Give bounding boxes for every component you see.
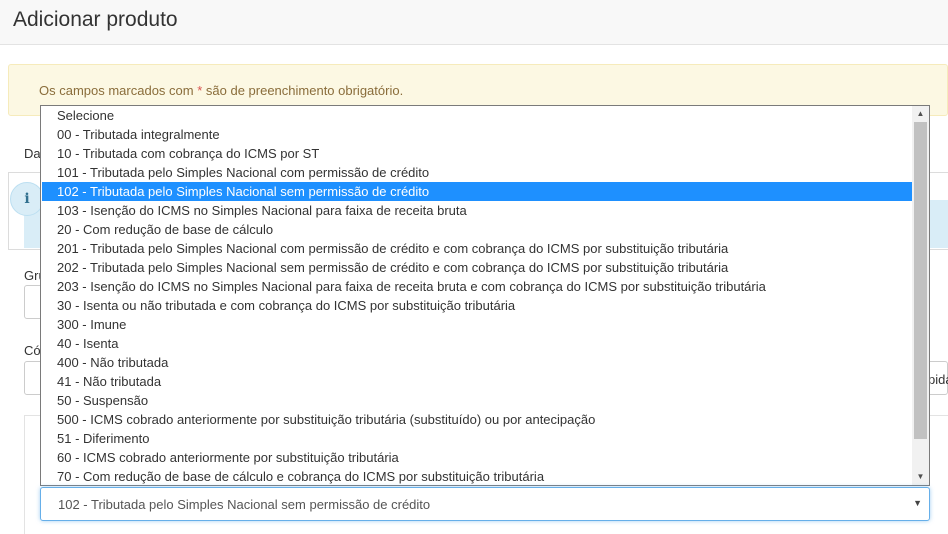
dropdown-option[interactable]: 201 - Tributada pelo Simples Nacional co… xyxy=(42,239,912,258)
dropdown-option[interactable]: 102 - Tributada pelo Simples Nacional se… xyxy=(42,182,912,201)
dropdown-option[interactable]: 400 - Não tributada xyxy=(42,353,912,372)
icms-dropdown-list[interactable]: ▲ ▼ Selecione 00 - Tributada integralment… xyxy=(40,105,930,486)
dropdown-option[interactable]: 50 - Suspensão xyxy=(42,391,912,410)
chevron-down-icon: ▼ xyxy=(913,498,922,508)
dropdown-option[interactable]: 70 - Com redução de base de cálculo e co… xyxy=(42,467,912,485)
dropdown-option[interactable]: 00 - Tributada integralmente xyxy=(42,125,912,144)
icms-select[interactable]: 102 - Tributada pelo Simples Nacional se… xyxy=(40,487,930,521)
dropdown-option[interactable]: 103 - Isenção do ICMS no Simples Naciona… xyxy=(42,201,912,220)
dropdown-option[interactable]: 60 - ICMS cobrado anteriormente por subs… xyxy=(42,448,912,467)
info-icon: i xyxy=(10,182,44,216)
scroll-up-arrow-icon[interactable]: ▲ xyxy=(912,106,929,122)
dropdown-scrollbar[interactable]: ▲ ▼ xyxy=(912,106,929,485)
dropdown-option[interactable]: 20 - Com redução de base de cálculo xyxy=(42,220,912,239)
dropdown-option[interactable]: 500 - ICMS cobrado anteriormente por sub… xyxy=(42,410,912,429)
select-value: 102 - Tributada pelo Simples Nacional se… xyxy=(58,497,431,512)
dropdown-option[interactable]: 41 - Não tributada xyxy=(42,372,912,391)
dropdown-option[interactable]: 300 - Imune xyxy=(42,315,912,334)
dropdown-option[interactable]: Selecione xyxy=(42,106,912,125)
field-text: pida xyxy=(928,372,948,387)
alert-text: Os campos marcados com * são de preenchi… xyxy=(39,83,404,98)
dropdown-option[interactable]: 203 - Isenção do ICMS no Simples Naciona… xyxy=(42,277,912,296)
page-header: Adicionar produto xyxy=(0,0,948,45)
tab-label[interactable]: Da xyxy=(24,146,41,161)
dropdown-option[interactable]: 51 - Diferimento xyxy=(42,429,912,448)
dropdown-option[interactable]: 10 - Tributada com cobrança do ICMS por … xyxy=(42,144,912,163)
dropdown-option[interactable]: 202 - Tributada pelo Simples Nacional se… xyxy=(42,258,912,277)
page-title: Adicionar produto xyxy=(13,8,178,31)
scroll-thumb[interactable] xyxy=(914,122,927,439)
dropdown-option[interactable]: 30 - Isenta ou não tributada e com cobra… xyxy=(42,296,912,315)
dropdown-option[interactable]: 40 - Isenta xyxy=(42,334,912,353)
dropdown-option[interactable]: 101 - Tributada pelo Simples Nacional co… xyxy=(42,163,912,182)
field-label: Có xyxy=(24,343,41,358)
scroll-down-arrow-icon[interactable]: ▼ xyxy=(912,469,929,485)
